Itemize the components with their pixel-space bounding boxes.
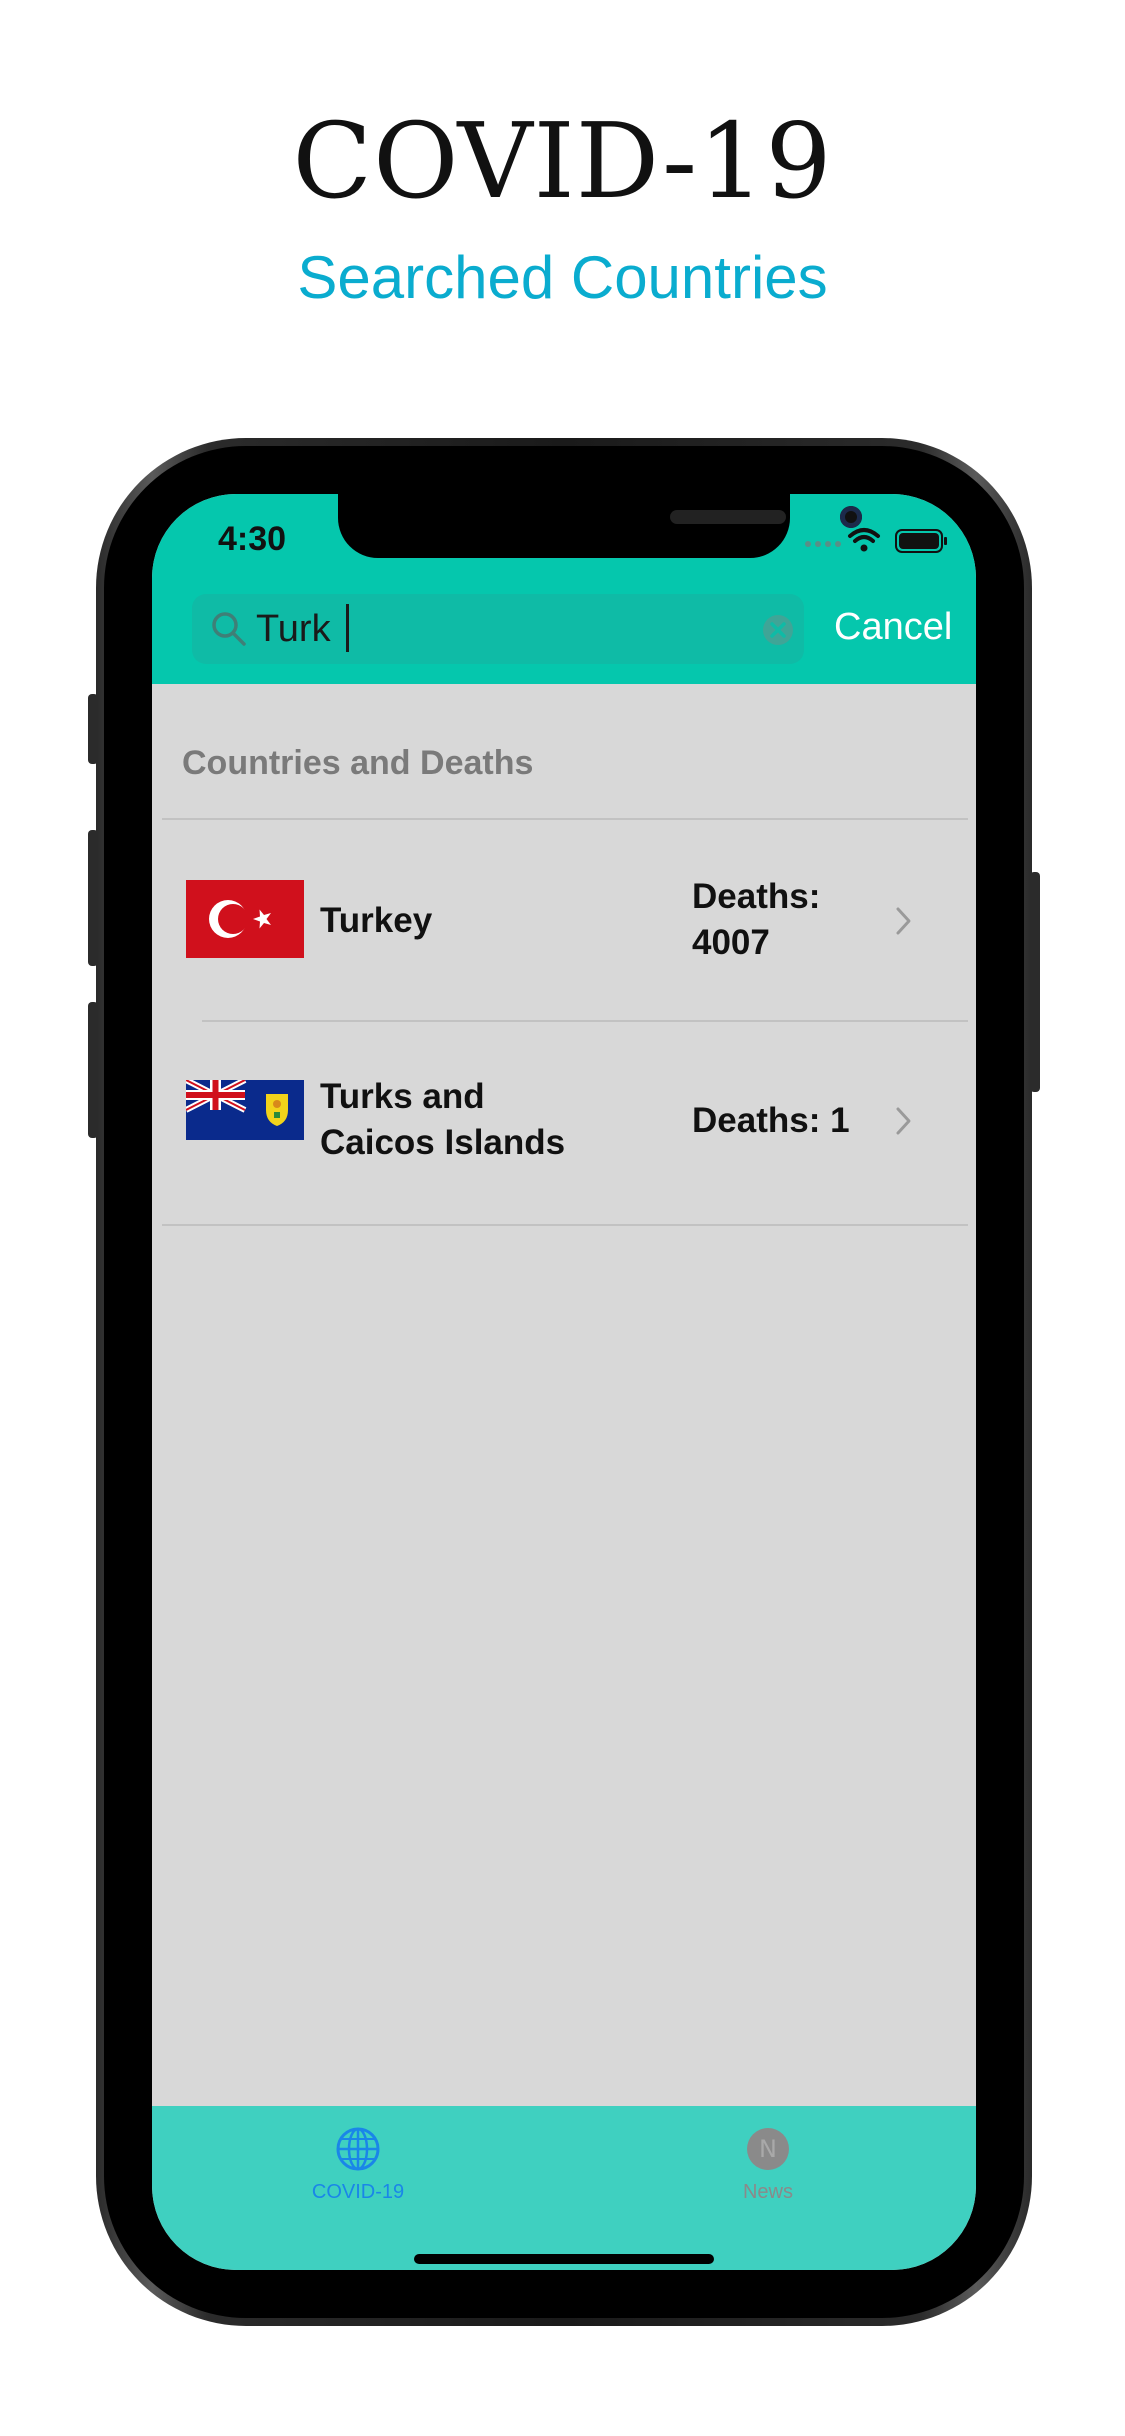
volume-up-button <box>88 830 98 966</box>
chevron-right-icon <box>896 907 911 935</box>
status-icons <box>805 528 947 553</box>
marketing-headline: COVID-19 <box>292 100 833 222</box>
death-count: Deaths: 4007 <box>692 877 821 962</box>
front-camera <box>840 506 862 528</box>
country-name: Turkey <box>320 901 433 940</box>
globe-icon <box>336 2127 380 2171</box>
device-notch <box>338 494 862 558</box>
tab-bar: COVID-19 N News <box>152 2106 976 2270</box>
search-input[interactable]: Turk <box>256 608 331 651</box>
news-icon: N <box>747 2128 789 2170</box>
search-bar[interactable]: Turk <box>192 594 804 664</box>
phone-screen: 4:30 Turk Cancel Countries and Deaths Tu… <box>152 494 976 2270</box>
turkey-flag-icon <box>186 880 304 958</box>
home-indicator[interactable] <box>414 2254 714 2264</box>
search-icon <box>212 612 246 646</box>
row-divider <box>162 1224 968 1226</box>
volume-down-button <box>88 1002 98 1138</box>
marketing-subheadline: Searched Countries <box>297 244 828 311</box>
chevron-right-icon <box>896 1107 911 1135</box>
list-item[interactable]: Turks and Caicos Islands Deaths: 1 <box>152 1022 976 1222</box>
power-button <box>1030 872 1040 1092</box>
country-name: Turks and Caicos Islands <box>320 1077 566 1162</box>
status-time: 4:30 <box>218 520 287 558</box>
death-count: Deaths: 1 <box>692 1101 850 1140</box>
navigation-bar: 4:30 Turk Cancel <box>152 494 976 684</box>
list-item[interactable]: Turkey Deaths: 4007 <box>152 820 976 1020</box>
tab-label: COVID-19 <box>311 2181 405 2203</box>
tab-news[interactable]: N News <box>668 2126 868 2204</box>
text-cursor <box>346 604 349 652</box>
earpiece-speaker <box>670 510 786 524</box>
turks-and-caicos-flag-icon <box>186 1080 304 1140</box>
tab-covid-19[interactable]: COVID-19 <box>258 2126 458 2204</box>
section-header: Countries and Deaths <box>182 744 534 782</box>
tab-label: News <box>742 2181 793 2203</box>
mute-switch <box>88 694 98 764</box>
svg-text:N: N <box>759 2135 777 2163</box>
clear-search-icon[interactable] <box>762 614 794 646</box>
wifi-icon <box>848 528 880 552</box>
cancel-button[interactable]: Cancel <box>834 606 952 649</box>
battery-icon <box>895 529 947 553</box>
signal-dots-icon <box>805 541 841 547</box>
